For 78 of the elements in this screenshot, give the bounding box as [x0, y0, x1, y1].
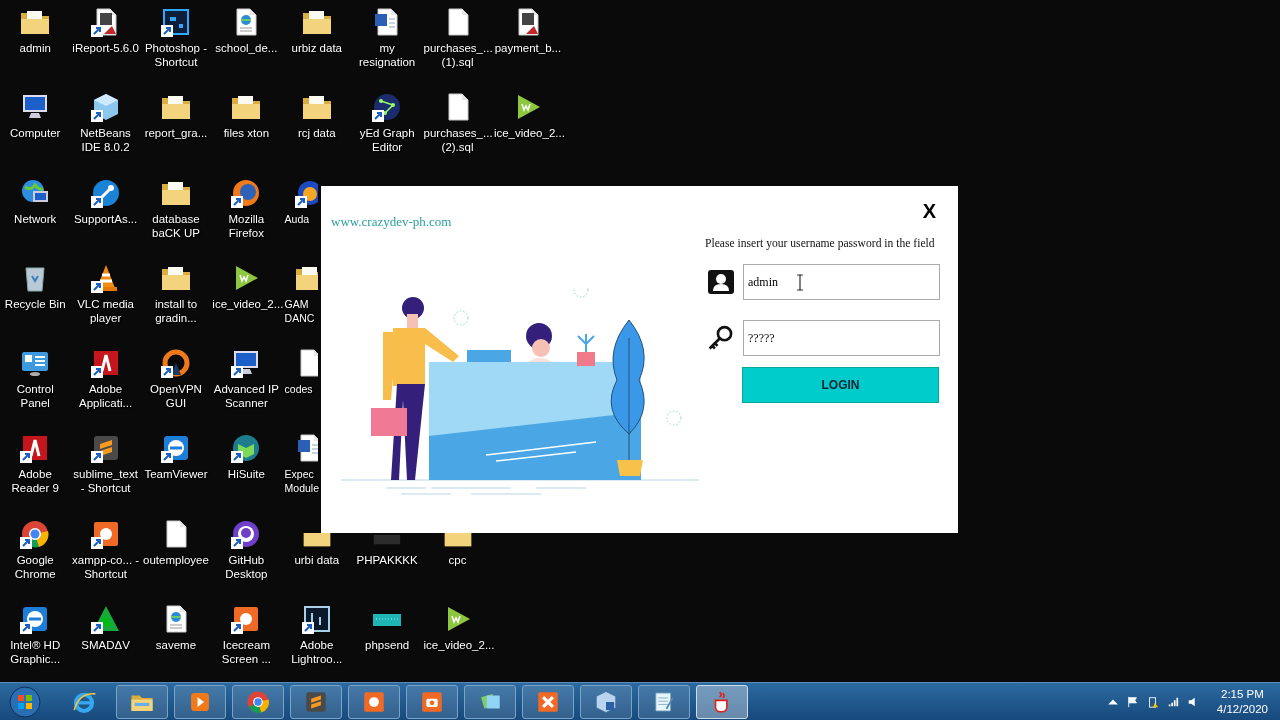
desktop-icon-label[interactable]: iReport-5.6.0	[72, 41, 139, 55]
desktop-icon-label[interactable]: GitHub Desktop	[212, 552, 281, 581]
desktop-icon-label[interactable]: Computer	[9, 126, 61, 141]
desktop-icon-label[interactable]: Mozilla Firefox	[212, 211, 281, 240]
instruction-text: Please insert your username password in the field	[705, 237, 936, 250]
desktop-icon-label[interactable]: purchases_... (1).sql	[423, 41, 492, 69]
desktop-icon-label[interactable]: files xton	[223, 126, 270, 141]
desktop-icon-label[interactable]: yEd Graph Editor	[353, 126, 422, 155]
desktop-icon-label[interactable]: Intel® HD Graphic...	[1, 637, 70, 666]
taskbar-button[interactable]	[464, 684, 516, 719]
desktop-icon-label[interactable]: payment_b...	[494, 41, 562, 55]
username-field[interactable]: admin	[743, 264, 940, 300]
desktop-icon-label[interactable]: OpenVPN GUI	[141, 382, 210, 410]
chrome-icon	[245, 688, 271, 715]
signal-icon[interactable]	[1166, 695, 1179, 708]
ring-app-icon[interactable]	[159, 347, 192, 379]
desktop-icon-label[interactable]: ice_video_2...	[493, 126, 562, 141]
desktop-icon-label[interactable]: GAM DANC	[284, 296, 319, 325]
power-icon[interactable]	[1146, 695, 1159, 708]
desktop-icon-label[interactable]: school_de...	[215, 41, 278, 55]
desktop-icon-label[interactable]: Adobe Reader 9	[1, 467, 70, 496]
desktop-icon-label[interactable]: cpc	[448, 552, 467, 567]
desktop-icon-label[interactable]: Network	[14, 211, 57, 226]
taskbar-button[interactable]	[116, 684, 168, 719]
desktop-icon-label[interactable]: Expec Module	[284, 467, 319, 496]
taskbar-button[interactable]	[638, 684, 690, 719]
desktop-icon-label[interactable]: install to gradin...	[141, 296, 210, 325]
taskbar-button[interactable]	[232, 684, 284, 719]
key-icon	[707, 324, 735, 352]
desktop-icon-label[interactable]: Recycle Bin	[4, 296, 66, 311]
desktop-icon-label[interactable]: ice_video_2...	[212, 296, 281, 311]
close-button[interactable]: X	[920, 200, 938, 223]
photoshop-app-icon[interactable]	[159, 6, 192, 38]
desktop-icon-label[interactable]: xampp-co... - Shortcut	[71, 552, 140, 581]
desktop-icon-label[interactable]: Photoshop - Shortcut	[141, 41, 210, 69]
taskbar-button[interactable]	[174, 684, 226, 719]
taskbar-button[interactable]	[290, 684, 342, 719]
desktop-icon-label[interactable]: urbi data	[294, 552, 340, 567]
clock-time[interactable]: 2:15 PM	[1221, 686, 1264, 702]
taskbar-button[interactable]	[406, 684, 458, 719]
desktop-icon-label[interactable]: SMADΔV	[81, 637, 130, 652]
desktop-icon-label[interactable]: Google Chrome	[1, 552, 70, 581]
flag-icon[interactable]	[1126, 695, 1139, 708]
cube-icon	[593, 688, 619, 715]
desktop-icon-label[interactable]: sublime_text - Shortcut	[71, 467, 140, 496]
desktop-icon-label[interactable]: NetBeans IDE 8.0.2	[71, 126, 140, 155]
desktop-icon-label[interactable]: purchases_... (2).sql	[423, 126, 492, 155]
desktop-icon-label[interactable]: HiSuite	[227, 467, 265, 482]
desktop-icon-label[interactable]: phpsend	[365, 637, 410, 652]
user-icon	[707, 268, 735, 296]
desktop-icon-label[interactable]: Auda	[284, 211, 310, 226]
desktop-icon-label[interactable]: admin	[19, 41, 51, 55]
desktop-icon-label[interactable]: report_gra...	[144, 126, 208, 141]
desktop-icon-label[interactable]: Adobe Applicati...	[71, 382, 140, 410]
desktop-icon-label[interactable]: Advanced IP Scanner	[212, 382, 281, 410]
desktop-icon-label[interactable]: urbiz data	[291, 41, 342, 55]
desktop-icon-label[interactable]: Adobe Lightroo...	[282, 637, 351, 666]
clock-date[interactable]: 4/12/2020	[1216, 701, 1268, 717]
desktop-icon-label[interactable]: PHPAKKKK	[356, 552, 418, 567]
taskbar-button[interactable]	[580, 684, 632, 719]
desktop-icon-label[interactable]: Icecream Screen ...	[212, 637, 281, 666]
desktop-icon-label[interactable]: rcj data	[297, 126, 336, 141]
desktop-icon-label[interactable]: my resignation	[353, 41, 422, 69]
desktop-icon-label[interactable]: saveme	[155, 637, 197, 652]
password-field[interactable]: ?????	[743, 320, 940, 356]
desktop-icon-label[interactable]: codes	[284, 382, 313, 396]
desktop-icon-label[interactable]: database baCK UP	[141, 211, 210, 240]
text-cursor-icon	[796, 274, 804, 291]
desktop-icon-label[interactable]: SupportAs...	[73, 211, 138, 226]
desktop-icon-label[interactable]: VLC media player	[71, 296, 140, 325]
taskbar-button[interactable]	[522, 684, 574, 719]
start-button[interactable]	[9, 685, 41, 718]
desktop-icon-label[interactable]: ice_video_2...	[423, 637, 492, 652]
desktop-icon-label[interactable]: Control Panel	[1, 382, 70, 410]
desktop-icon-label[interactable]: outemployee	[143, 552, 209, 567]
login-button[interactable]: LOGIN	[742, 367, 939, 403]
desktop-icon-label[interactable]: TeamViewer	[144, 467, 208, 482]
taskbar-button[interactable]	[348, 684, 400, 719]
